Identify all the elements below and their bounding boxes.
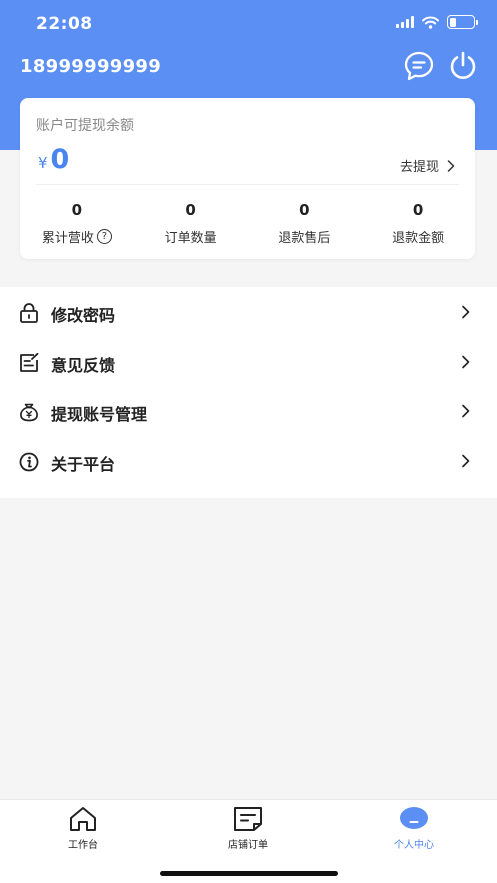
stat-order-count[interactable]: 0 订单数量 (134, 201, 248, 246)
account-phone-number: 18999999999 (20, 56, 162, 77)
feedback-icon (20, 353, 39, 372)
money-bag-icon (20, 403, 38, 422)
home-indicator (160, 871, 338, 876)
balance-card: 账户可提现余额 ¥ 0 去提现 0 累计营收 ? 0 订单数量 0 退款售后 0… (20, 98, 475, 259)
info-icon (19, 452, 39, 472)
menu-item-change-password[interactable]: 修改密码 (0, 289, 497, 335)
tab-shop-orders[interactable]: 店铺订单 (198, 806, 298, 852)
stat-total-revenue[interactable]: 0 累计营收 ? (20, 201, 134, 246)
chevron-right-icon (462, 355, 470, 369)
menu-label: 修改密码 (51, 306, 116, 325)
status-icons (396, 15, 478, 29)
tab-personal-center[interactable]: 个人中心 (364, 806, 464, 852)
stat-refund-amount[interactable]: 0 退款金额 (361, 201, 475, 246)
menu-item-feedback[interactable]: 意见反馈 (0, 339, 497, 385)
stat-label: 累计营收 ? (42, 227, 112, 246)
chevron-right-icon (447, 159, 455, 172)
power-icon[interactable] (447, 50, 479, 82)
tab-workbench[interactable]: 工作台 (33, 806, 133, 852)
currency-symbol: ¥ (38, 154, 48, 172)
chevron-right-icon (462, 404, 470, 418)
stat-label: 订单数量 (164, 231, 217, 246)
withdraw-label: 去提现 (399, 160, 439, 175)
home-icon (70, 807, 96, 831)
stat-value: 0 (185, 201, 196, 219)
chevron-right-icon (462, 305, 470, 319)
status-bar: 22:08 (0, 0, 497, 48)
lock-icon (20, 303, 38, 323)
withdraw-button[interactable]: 去提现 (400, 156, 455, 175)
balance-title: 账户可提现余额 (36, 118, 134, 134)
menu-label: 提现账号管理 (51, 405, 148, 424)
cellular-signal-icon (396, 16, 414, 28)
settings-menu: 修改密码 意见反馈 提现账号管理 关于平台 (0, 287, 497, 498)
stat-value: 0 (71, 201, 83, 219)
battery-level (449, 17, 457, 27)
menu-label: 关于平台 (51, 455, 116, 474)
stat-label: 退款售后 (278, 231, 331, 246)
menu-item-about-platform[interactable]: 关于平台 (0, 438, 497, 484)
chevron-right-icon (462, 454, 470, 468)
help-icon[interactable]: ? (96, 229, 112, 244)
stat-label-text: 累计营收 (41, 231, 94, 246)
message-icon[interactable] (403, 50, 435, 82)
tab-label: 工作台 (68, 840, 98, 851)
stat-label: 退款金额 (392, 231, 445, 246)
divider (36, 184, 459, 185)
status-time: 22:08 (36, 14, 93, 34)
stat-refund-aftersale[interactable]: 0 退款售后 (248, 201, 362, 246)
battery-icon (447, 15, 478, 29)
tab-label: 个人中心 (394, 840, 434, 851)
balance-amount: ¥ 0 (38, 144, 69, 175)
profile-icon (400, 807, 428, 829)
menu-label: 意见反馈 (51, 356, 116, 375)
stats-row: 0 累计营收 ? 0 订单数量 0 退款售后 0 退款金额 (20, 201, 475, 246)
wifi-icon (422, 16, 439, 29)
tab-label: 店铺订单 (228, 840, 268, 851)
stat-value: 0 (412, 201, 424, 219)
order-list-icon (234, 807, 262, 831)
balance-value: 0 (50, 144, 70, 175)
menu-item-withdraw-account[interactable]: 提现账号管理 (0, 388, 497, 434)
stat-value: 0 (299, 201, 310, 219)
